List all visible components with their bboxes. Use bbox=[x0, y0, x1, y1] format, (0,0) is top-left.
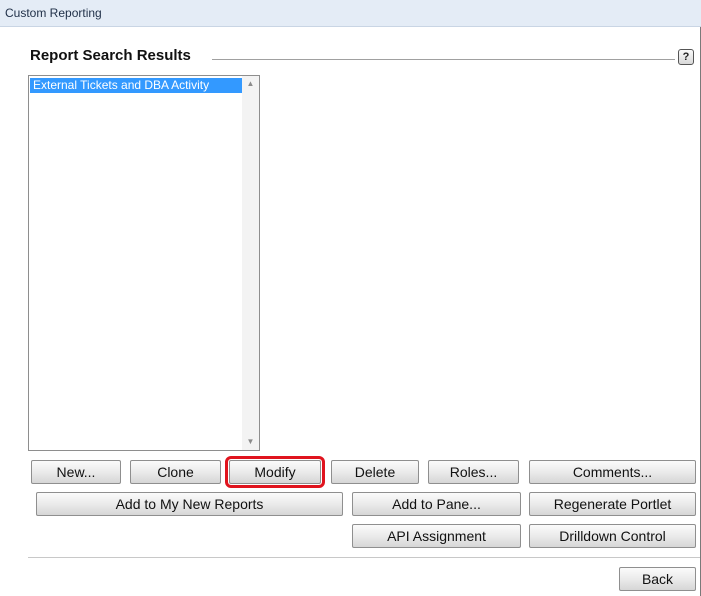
clone-button[interactable]: Clone bbox=[130, 460, 221, 484]
back-button[interactable]: Back bbox=[619, 567, 696, 591]
title-bar: Custom Reporting bbox=[0, 0, 701, 27]
divider bbox=[28, 557, 700, 558]
regenerate-portlet-button[interactable]: Regenerate Portlet bbox=[529, 492, 696, 516]
api-assignment-button[interactable]: API Assignment bbox=[352, 524, 521, 548]
list-scrollbar[interactable]: ▲ ▼ bbox=[242, 76, 259, 450]
add-to-my-new-reports-button[interactable]: Add to My New Reports bbox=[36, 492, 343, 516]
section-title-rule bbox=[212, 59, 675, 60]
add-to-pane-button[interactable]: Add to Pane... bbox=[352, 492, 521, 516]
scroll-down-icon[interactable]: ▼ bbox=[242, 434, 259, 450]
report-list[interactable]: External Tickets and DBA Activity ▲ ▼ bbox=[28, 75, 260, 451]
comments-button[interactable]: Comments... bbox=[529, 460, 696, 484]
list-item[interactable]: External Tickets and DBA Activity bbox=[30, 78, 242, 93]
roles-button[interactable]: Roles... bbox=[428, 460, 519, 484]
section-title: Report Search Results bbox=[30, 47, 191, 64]
scroll-up-icon[interactable]: ▲ bbox=[242, 76, 259, 92]
delete-button[interactable]: Delete bbox=[331, 460, 419, 484]
help-icon[interactable]: ? bbox=[678, 49, 694, 65]
window-title: Custom Reporting bbox=[5, 6, 102, 20]
new-button[interactable]: New... bbox=[31, 460, 121, 484]
drilldown-control-button[interactable]: Drilldown Control bbox=[529, 524, 696, 548]
modify-button[interactable]: Modify bbox=[225, 456, 325, 488]
